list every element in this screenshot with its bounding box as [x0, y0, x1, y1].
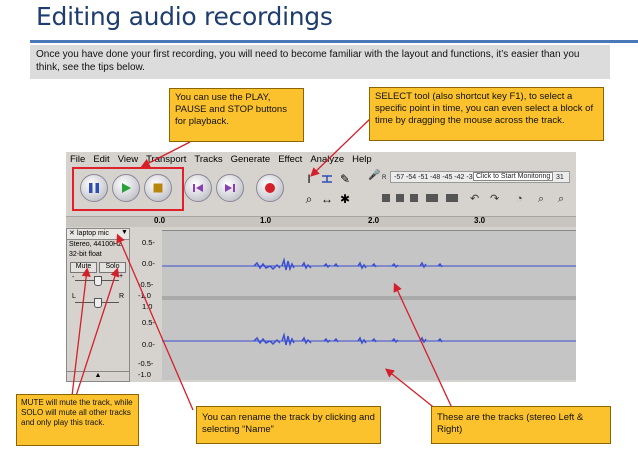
waveform-right [162, 332, 576, 347]
playback-highlight-box [72, 167, 184, 211]
scale-label: 0.5- [142, 238, 155, 247]
meter-tail: 31 [556, 174, 564, 181]
envelope-tool-icon[interactable] [318, 170, 336, 188]
scale-label: -1.0 [138, 291, 151, 300]
pan-right-label: R [119, 293, 125, 300]
title-rule [30, 40, 638, 43]
close-icon[interactable]: ✕ [69, 229, 75, 237]
start-monitoring-button[interactable]: Click to Start Monitoring [473, 172, 554, 181]
note-select-tool: SELECT tool (also shortcut key F1), to s… [369, 87, 604, 141]
menu-generate[interactable]: Generate [227, 152, 275, 166]
gain-minus-label: - [72, 274, 75, 281]
note-playback: You can use the PLAY, PAUSE and STOP but… [169, 88, 304, 142]
pan-slider-handle[interactable] [94, 298, 102, 308]
note-tracks: These are the tracks (stereo Left & Righ… [431, 406, 611, 444]
menu-bar: File Edit View Transport Tracks Generate… [66, 152, 576, 166]
waveform-left [162, 257, 576, 272]
svg-text:⌕: ⌕ [538, 193, 544, 205]
copy-icon [396, 194, 404, 202]
trim-icon [426, 194, 438, 202]
svg-text:⌕: ⌕ [558, 193, 564, 205]
skip-end-icon [217, 175, 243, 201]
waveform-left-channel[interactable] [162, 230, 576, 297]
gain-plus-label: + [119, 273, 124, 280]
scale-label: 1.0 [142, 302, 153, 311]
meter-bar[interactable]: -57 -54 -51 -48 -45 -42 -3 Click to Star… [390, 171, 570, 183]
zoom-tool-icon[interactable]: ⌕ [300, 190, 318, 208]
cut-icon [382, 194, 390, 202]
recording-meter: 🎤 R -57 -54 -51 -48 -45 -42 -3 Click to … [366, 168, 574, 186]
ruler-tick: 1.0 [260, 216, 272, 225]
menu-edit[interactable]: Edit [89, 152, 113, 166]
skip-start-button[interactable] [184, 174, 212, 202]
record-button[interactable] [256, 174, 284, 202]
select-tool-icon[interactable]: I [300, 170, 318, 188]
edit-toolbar-icons: ↶ ↷ ◔ ⌕ ⌕ [382, 193, 564, 205]
svg-text:↶: ↶ [470, 193, 479, 205]
scale-label: -0.5- [138, 359, 154, 368]
menu-view[interactable]: View [114, 152, 142, 166]
ruler-tick: 2.0 [368, 216, 380, 225]
scale-label: -0.5- [138, 280, 154, 289]
track-name-bar[interactable]: ✕ laptop mic ▼ [67, 229, 129, 240]
edit-toolbar: ↶ ↷ ◔ ⌕ ⌕ [366, 190, 574, 206]
slide-title: Editing audio recordings [36, 2, 333, 31]
collapse-track-button[interactable]: ▲ [67, 371, 129, 382]
track-name[interactable]: laptop mic [77, 230, 109, 237]
menu-effect[interactable]: Effect [274, 152, 306, 166]
record-icon [257, 175, 283, 201]
track-bit-depth: 32-bit float [69, 251, 102, 258]
multi-tool-icon[interactable]: ✱ [336, 190, 354, 208]
menu-help[interactable]: Help [348, 152, 376, 166]
chevron-up-icon: ▲ [94, 372, 102, 379]
tools-toolbar: I ✎ ⌕ ↔ ✱ [298, 168, 358, 208]
paste-icon [410, 194, 418, 202]
pan-left-label: L [72, 293, 76, 300]
draw-tool-icon[interactable]: ✎ [336, 170, 354, 188]
track-control-panel: ✕ laptop mic ▼ Stereo, 44100Hz 32-bit fl… [66, 228, 130, 382]
menu-file[interactable]: File [66, 152, 89, 166]
solo-button[interactable]: Solo [99, 262, 126, 273]
ruler-tick: 0.0 [154, 216, 166, 225]
skip-start-icon [185, 175, 211, 201]
amplitude-scale: 0.5- 0.0- -0.5- -1.0 1.0 0.5- 0.0- -0.5-… [132, 228, 162, 382]
svg-text:↷: ↷ [490, 193, 499, 205]
mute-button[interactable]: Mute [70, 262, 97, 273]
gain-slider-handle[interactable] [94, 276, 102, 286]
note-mute-solo: MUTE will mute the track, while SOLO wil… [16, 394, 139, 446]
scale-label: 0.0- [142, 259, 155, 268]
chevron-down-icon[interactable]: ▼ [121, 229, 128, 236]
menu-tracks[interactable]: Tracks [190, 152, 226, 166]
timeline-ruler[interactable]: 0.0 1.0 2.0 3.0 [66, 216, 576, 227]
svg-text:◔: ◔ [516, 193, 523, 205]
scale-label: -1.0 [138, 370, 151, 379]
menu-analyze[interactable]: Analyze [306, 152, 348, 166]
skip-end-button[interactable] [216, 174, 244, 202]
meter-scale: -57 -54 -51 -48 -45 -42 -3 [394, 174, 473, 181]
note-rename-track: You can rename the track by clicking and… [196, 406, 381, 444]
waveform-right-channel[interactable] [162, 300, 576, 380]
silence-icon [446, 194, 458, 202]
track-format: Stereo, 44100Hz [69, 241, 122, 248]
timeshift-tool-icon[interactable]: ↔ [318, 190, 336, 208]
scale-label: 0.5- [142, 318, 155, 327]
meter-channel-label: R [382, 175, 387, 181]
microphone-icon: 🎤 [368, 170, 381, 181]
intro-text: Once you have done your first recording,… [30, 45, 610, 79]
scale-label: 0.0- [142, 340, 155, 349]
menu-transport[interactable]: Transport [142, 152, 190, 166]
ruler-tick: 3.0 [474, 216, 486, 225]
